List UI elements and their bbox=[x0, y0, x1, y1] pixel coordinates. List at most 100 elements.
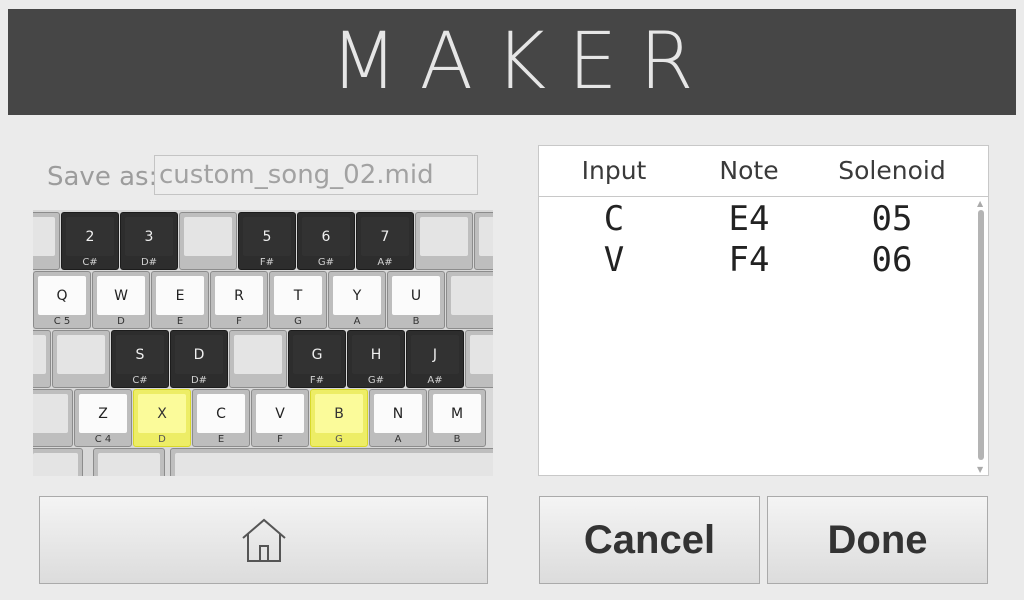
key-g[interactable]: G F# bbox=[288, 330, 346, 388]
cancel-button[interactable]: Cancel bbox=[539, 496, 760, 584]
key-3[interactable]: 3 D# bbox=[120, 212, 178, 270]
key-blank[interactable] bbox=[465, 330, 493, 388]
key-label: B bbox=[315, 394, 363, 433]
key-label bbox=[470, 335, 493, 374]
key-label bbox=[175, 453, 493, 476]
key-label: D bbox=[175, 335, 223, 374]
key-blank[interactable] bbox=[229, 330, 287, 388]
key-note: A bbox=[353, 316, 361, 327]
key-label: T bbox=[274, 276, 322, 315]
keyboard-map: 2 C# 3 D# 5 F# 6 G# 7 A# Q C 5 W D E E R F T G Y A U B S C# D D# G F#… bbox=[33, 210, 493, 476]
key-note: A bbox=[394, 434, 402, 445]
key-label bbox=[33, 394, 68, 433]
key-note: E bbox=[176, 316, 184, 327]
cell-note: E4 bbox=[728, 199, 770, 239]
key-j[interactable]: J A# bbox=[406, 330, 464, 388]
key-h[interactable]: H G# bbox=[347, 330, 405, 388]
key-label: 5 bbox=[243, 217, 291, 256]
key-7[interactable]: 7 A# bbox=[356, 212, 414, 270]
key-note bbox=[53, 374, 109, 387]
key-n[interactable]: NA bbox=[369, 389, 427, 447]
key-2[interactable]: 2 C# bbox=[61, 212, 119, 270]
key-label: J bbox=[411, 335, 459, 374]
table-body: C E4 05 V F4 06 bbox=[539, 197, 975, 280]
key-label bbox=[33, 453, 78, 476]
key-r[interactable]: RF bbox=[210, 271, 268, 329]
key-5[interactable]: 5 F# bbox=[238, 212, 296, 270]
key-note: D bbox=[158, 434, 166, 445]
key-blank[interactable] bbox=[474, 212, 493, 270]
key-note: F bbox=[236, 316, 242, 327]
key-label bbox=[33, 335, 46, 374]
key-blank[interactable] bbox=[179, 212, 237, 270]
key-m[interactable]: MB bbox=[428, 389, 486, 447]
key-note: G bbox=[294, 316, 302, 327]
key-blank[interactable] bbox=[170, 448, 493, 476]
app-header: MAKER bbox=[8, 9, 1016, 115]
key-label: 3 bbox=[125, 217, 173, 256]
key-d[interactable]: D D# bbox=[170, 330, 228, 388]
key-note: E bbox=[217, 434, 225, 445]
key-blank[interactable] bbox=[33, 212, 60, 270]
key-note: F# bbox=[309, 375, 325, 386]
key-note: D bbox=[117, 316, 125, 327]
key-note bbox=[230, 374, 286, 387]
key-note: A# bbox=[427, 375, 443, 386]
table-scrollbar[interactable]: ▲ ▼ bbox=[975, 198, 987, 474]
home-button[interactable] bbox=[39, 496, 488, 584]
key-label: E bbox=[156, 276, 204, 315]
key-blank[interactable] bbox=[446, 271, 493, 329]
key-z[interactable]: ZC 4 bbox=[74, 389, 132, 447]
filename-input[interactable] bbox=[154, 155, 478, 195]
key-blank[interactable] bbox=[52, 330, 110, 388]
cell-solenoid: 06 bbox=[871, 240, 913, 280]
key-note: D# bbox=[190, 375, 208, 386]
mapping-table: Input Note Solenoid C E4 05 V F4 06 ▲ ▼ bbox=[538, 145, 989, 476]
key-label: C bbox=[197, 394, 245, 433]
key-label: U bbox=[392, 276, 440, 315]
key-note: C 4 bbox=[94, 434, 112, 445]
cell-input: C bbox=[603, 199, 625, 239]
key-s[interactable]: S C# bbox=[111, 330, 169, 388]
key-note bbox=[33, 433, 72, 446]
key-note: C 5 bbox=[53, 316, 71, 327]
key-e[interactable]: EE bbox=[151, 271, 209, 329]
key-blank[interactable] bbox=[33, 330, 51, 388]
header-input: Input bbox=[581, 156, 647, 185]
key-q[interactable]: QC 5 bbox=[33, 271, 91, 329]
key-label: S bbox=[116, 335, 164, 374]
table-row[interactable]: V F4 06 bbox=[539, 238, 975, 280]
key-c[interactable]: CE bbox=[192, 389, 250, 447]
key-label: X bbox=[138, 394, 186, 433]
key-note bbox=[466, 374, 493, 387]
home-icon bbox=[241, 518, 286, 562]
key-w[interactable]: WD bbox=[92, 271, 150, 329]
key-blank[interactable] bbox=[415, 212, 473, 270]
key-x[interactable]: XD bbox=[133, 389, 191, 447]
key-note: G# bbox=[367, 375, 385, 386]
key-label: 6 bbox=[302, 217, 350, 256]
scroll-thumb[interactable] bbox=[978, 210, 984, 460]
table-row[interactable]: C E4 05 bbox=[539, 197, 975, 239]
key-label: R bbox=[215, 276, 263, 315]
key-u[interactable]: UB bbox=[387, 271, 445, 329]
key-label: Q bbox=[38, 276, 86, 315]
key-y[interactable]: YA bbox=[328, 271, 386, 329]
key-blank[interactable] bbox=[93, 448, 165, 476]
key-label: Y bbox=[333, 276, 381, 315]
key-t[interactable]: TG bbox=[269, 271, 327, 329]
key-note: B bbox=[453, 434, 461, 445]
key-blank[interactable] bbox=[33, 448, 83, 476]
key-blank[interactable] bbox=[33, 389, 73, 447]
key-note bbox=[447, 315, 493, 328]
key-label bbox=[57, 335, 105, 374]
key-6[interactable]: 6 G# bbox=[297, 212, 355, 270]
scroll-down-icon[interactable]: ▼ bbox=[977, 466, 983, 474]
key-note: G# bbox=[317, 257, 335, 268]
done-button[interactable]: Done bbox=[767, 496, 988, 584]
scroll-up-icon[interactable]: ▲ bbox=[977, 200, 983, 208]
key-note: G bbox=[335, 434, 343, 445]
key-b[interactable]: BG bbox=[310, 389, 368, 447]
key-label: 7 bbox=[361, 217, 409, 256]
key-v[interactable]: VF bbox=[251, 389, 309, 447]
